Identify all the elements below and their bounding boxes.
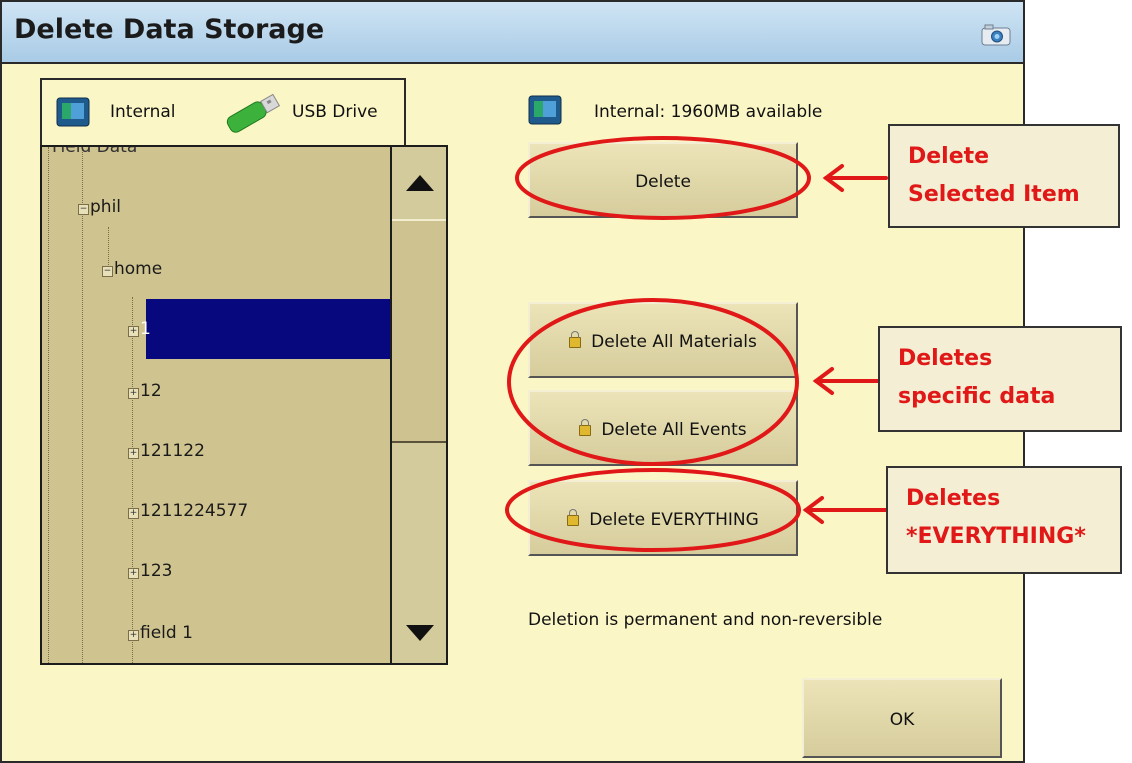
callout-deletes-specific: Deletes specific data bbox=[878, 326, 1122, 432]
highlight-ellipse-delete bbox=[515, 136, 811, 220]
callout-delete-selected: Delete Selected Item bbox=[888, 124, 1120, 228]
highlight-ellipse-everything bbox=[505, 468, 801, 552]
highlight-ellipse-specific bbox=[507, 298, 799, 466]
callout-deletes-everything: Deletes *EVERYTHING* bbox=[886, 466, 1122, 574]
